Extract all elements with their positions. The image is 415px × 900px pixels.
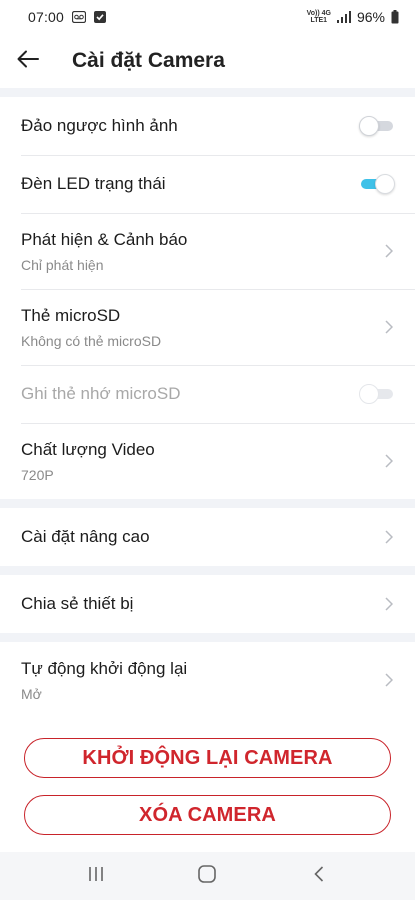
system-nav-bar — [0, 852, 415, 900]
setting-share-label: Chia sẻ thiết bị — [21, 594, 134, 613]
setting-share-device[interactable]: Chia sẻ thiết bị — [0, 575, 415, 633]
setting-auto-restart-text: Tự động khởi động lại Mở — [21, 659, 187, 702]
setting-detection-label: Phát hiện & Cảnh báo — [21, 229, 188, 249]
setting-auto-restart-label: Tự động khởi động lại — [21, 658, 188, 678]
toggle-knob — [375, 174, 395, 194]
arrow-left-icon — [17, 50, 39, 73]
network-type-top: Vo)) 4G — [306, 10, 331, 17]
share-card: Chia sẻ thiết bị — [0, 575, 415, 633]
restart-card: Tự động khởi động lại Mở — [0, 642, 415, 718]
setting-status-led-label: Đèn LED trạng thái — [21, 174, 166, 193]
home-icon — [198, 864, 217, 888]
chevron-right-icon — [383, 529, 395, 545]
setting-detection-alert[interactable]: Phát hiện & Cảnh báo Chỉ phát hiện — [0, 213, 415, 289]
setting-detection-value: Chỉ phát hiện — [21, 256, 104, 273]
setting-flip-image-label: Đảo ngược hình ảnh — [21, 116, 178, 135]
setting-flip-image[interactable]: Đảo ngược hình ảnh — [0, 97, 415, 155]
delete-camera-button[interactable]: XÓA CAMERA — [24, 795, 391, 835]
chevron-right-icon — [383, 596, 395, 612]
advanced-card: Cài đặt nâng cao — [0, 508, 415, 566]
battery-icon — [391, 10, 399, 24]
recent-apps-button[interactable] — [66, 856, 126, 896]
setting-auto-restart-value: Mở — [21, 685, 42, 702]
section-gap — [0, 566, 415, 575]
status-bar: 07:00 Vo)) 4G LTE1 96% — [0, 0, 415, 34]
battery-percentage: 96% — [356, 9, 385, 25]
settings-content: Đảo ngược hình ảnh Đèn LED trạng thái Ph… — [0, 88, 415, 872]
restart-camera-button[interactable]: KHỞI ĐỘNG LẠI CAMERA — [24, 738, 391, 778]
status-left: 07:00 — [28, 9, 107, 25]
setting-microsd-text: Thẻ microSD Không có thẻ microSD — [21, 306, 161, 349]
back-button[interactable] — [0, 34, 56, 88]
chevron-right-icon — [383, 672, 395, 688]
setting-microsd-value: Không có thẻ microSD — [21, 332, 162, 349]
setting-detection-text: Phát hiện & Cảnh báo Chỉ phát hiện — [21, 230, 187, 273]
app-bar: Cài đặt Camera — [0, 34, 415, 88]
flip-image-toggle[interactable] — [359, 115, 395, 137]
page-title: Cài đặt Camera — [72, 49, 225, 72]
home-button[interactable] — [177, 856, 237, 896]
setting-video-quality-text: Chất lượng Video 720P — [21, 440, 155, 483]
setting-advanced-label: Cài đặt nâng cao — [21, 527, 150, 546]
setting-video-quality-value: 720P — [21, 466, 54, 483]
section-gap — [0, 88, 415, 97]
setting-microsd-record: Ghi thẻ nhớ microSD — [0, 365, 415, 423]
toggle-knob — [359, 384, 379, 404]
status-right: Vo)) 4G LTE1 96% — [307, 9, 399, 25]
signal-strength-icon — [336, 11, 351, 23]
setting-video-quality[interactable]: Chất lượng Video 720P — [0, 423, 415, 499]
setting-microsd-record-label: Ghi thẻ nhớ microSD — [21, 384, 181, 403]
toggle-knob — [359, 116, 379, 136]
network-type-bottom: LTE1 — [310, 17, 328, 24]
system-back-button[interactable] — [289, 856, 349, 896]
section-gap — [0, 633, 415, 642]
setting-video-quality-label: Chất lượng Video — [21, 439, 155, 459]
recent-apps-icon — [88, 866, 104, 887]
camera-settings-card: Đảo ngược hình ảnh Đèn LED trạng thái Ph… — [0, 97, 415, 499]
setting-microsd[interactable]: Thẻ microSD Không có thẻ microSD — [0, 289, 415, 365]
chevron-right-icon — [383, 453, 395, 469]
setting-advanced[interactable]: Cài đặt nâng cao — [0, 508, 415, 566]
status-time: 07:00 — [28, 9, 65, 25]
setting-status-led[interactable]: Đèn LED trạng thái — [0, 155, 415, 213]
download-complete-icon — [94, 11, 107, 23]
setting-microsd-label: Thẻ microSD — [21, 305, 121, 325]
microsd-record-toggle — [359, 383, 395, 405]
network-indicator: Vo)) 4G LTE1 — [307, 10, 331, 24]
section-gap — [0, 499, 415, 508]
setting-auto-restart[interactable]: Tự động khởi động lại Mở — [0, 642, 415, 718]
chevron-right-icon — [383, 319, 395, 335]
status-led-toggle[interactable] — [359, 173, 395, 195]
chevron-right-icon — [383, 243, 395, 259]
voicemail-notification-icon — [72, 11, 87, 23]
chevron-left-icon — [314, 865, 324, 887]
action-buttons: KHỞI ĐỘNG LẠI CAMERA XÓA CAMERA — [0, 718, 415, 872]
